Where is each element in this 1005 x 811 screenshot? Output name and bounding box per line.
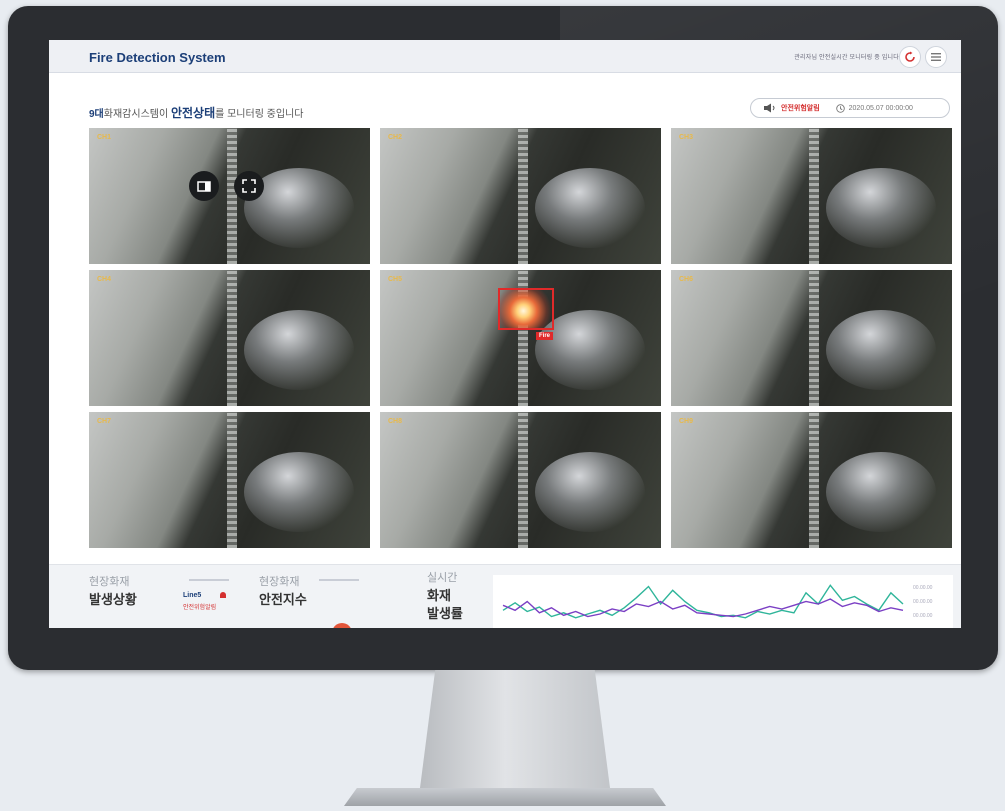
line-status: 안전위험알림	[183, 605, 217, 611]
camera-label: CH1	[97, 134, 112, 141]
chart-tick-label: 00.00.00	[913, 599, 933, 605]
rate-sub-label: 실시간	[427, 572, 458, 584]
feed-scene	[535, 168, 645, 248]
monitor-stand-neck	[420, 670, 610, 788]
camera-label: CH9	[679, 418, 694, 425]
divider-line	[319, 579, 359, 581]
safety-gauge	[332, 623, 352, 628]
camera-label: CH8	[388, 418, 403, 425]
feed-scene	[826, 168, 936, 248]
app-screen: Fire Detection System 관리자님 안전실시간 모니터링 중 …	[49, 40, 961, 628]
clock-icon	[835, 103, 845, 113]
safety-main-label: 안전지수	[259, 592, 307, 607]
refresh-button[interactable]	[899, 46, 921, 68]
occurrence-main-label: 발생상황	[89, 592, 137, 607]
topbar-info-text: 관리자님 안전실시간 모니터링 중 입니다	[794, 55, 899, 61]
chart-series-line-2	[502, 598, 904, 618]
rate-main-label-1: 화재	[427, 588, 451, 603]
fire-rate-chart-svg: 00.00.00 00.00.00 00.00.00	[502, 584, 933, 619]
fire-tag: Fire	[536, 332, 554, 340]
safety-sub-label: 현장화재	[259, 576, 300, 588]
single-view-icon	[197, 180, 211, 192]
alarm-icon	[220, 592, 226, 598]
camera-label: CH7	[97, 418, 112, 425]
feed-scene	[518, 412, 528, 548]
heading-middle: 화재감시스템이	[103, 109, 171, 120]
occurrence-sub-label: 현장화재	[89, 576, 130, 588]
camera-feed-ch9[interactable]: CH9	[671, 412, 952, 548]
speaker-icon	[764, 103, 775, 113]
feed-scene	[809, 128, 819, 264]
fullscreen-button[interactable]	[234, 171, 264, 201]
camera-label: CH3	[679, 134, 694, 141]
line-label: Line5	[183, 592, 202, 599]
feed-scene	[227, 128, 237, 264]
top-bar: Fire Detection System 관리자님 안전실시간 모니터링 중 …	[49, 40, 961, 73]
divider-line	[189, 579, 229, 581]
status-pill[interactable]: 안전위험알림 2020.05.07 00:00:00	[750, 98, 950, 118]
camera-feed-ch2[interactable]: CH2	[380, 128, 661, 264]
monitor-stand-base	[344, 788, 666, 806]
bottom-stats-panel: 현장화재 발생상황 Line5 안전위험알림 현장화재 안전지수 실시간 화재 …	[49, 564, 961, 628]
camera-feed-ch7[interactable]: CH7	[89, 412, 370, 548]
heading-brand: 9대	[89, 109, 104, 120]
feed-scene	[826, 310, 936, 390]
feed-scene	[826, 452, 936, 532]
camera-feed-ch1[interactable]: CH1	[89, 128, 370, 264]
fire-rate-chart: 00.00.00 00.00.00 00.00.00	[493, 575, 953, 628]
feed-scene	[227, 270, 237, 406]
feed-scene	[518, 128, 528, 264]
camera-feed-ch6[interactable]: CH6	[671, 270, 952, 406]
page-heading: 9대화재감시스템이 안전상태를 모니터링 중입니다	[89, 104, 303, 121]
camera-label: CH2	[388, 134, 403, 141]
camera-feed-ch4[interactable]: CH4	[89, 270, 370, 406]
fire-detection-box	[498, 288, 554, 330]
feed-scene	[244, 310, 354, 390]
feed-scene	[227, 412, 237, 548]
menu-icon	[931, 53, 941, 61]
feed-scene	[535, 452, 645, 532]
chart-tick-label: 00.00.00	[913, 585, 933, 591]
feed-scene	[809, 270, 819, 406]
heading-suffix: 를 모니터링 중입니다	[215, 109, 304, 120]
fullscreen-icon	[242, 179, 256, 193]
heading-state: 안전상태	[170, 106, 216, 120]
rate-main-label-2: 발생률	[427, 606, 463, 621]
single-view-button[interactable]	[189, 171, 219, 201]
menu-button[interactable]	[925, 46, 947, 68]
chart-tick-label: 00.00.00	[913, 613, 933, 619]
camera-label: CH4	[97, 276, 112, 283]
status-timestamp: 2020.05.07 00:00:00	[848, 104, 913, 112]
camera-label: CH5	[388, 276, 403, 283]
app-title: Fire Detection System	[89, 50, 226, 65]
camera-feed-ch3[interactable]: CH3	[671, 128, 952, 264]
feed-scene	[809, 412, 819, 548]
feed-scene	[244, 452, 354, 532]
camera-label: CH6	[679, 276, 694, 283]
refresh-icon	[905, 51, 915, 62]
status-alert-text: 안전위험알림	[781, 105, 820, 112]
camera-feed-ch8[interactable]: CH8	[380, 412, 661, 548]
camera-feed-ch5[interactable]: CH5 Fire	[380, 270, 661, 406]
